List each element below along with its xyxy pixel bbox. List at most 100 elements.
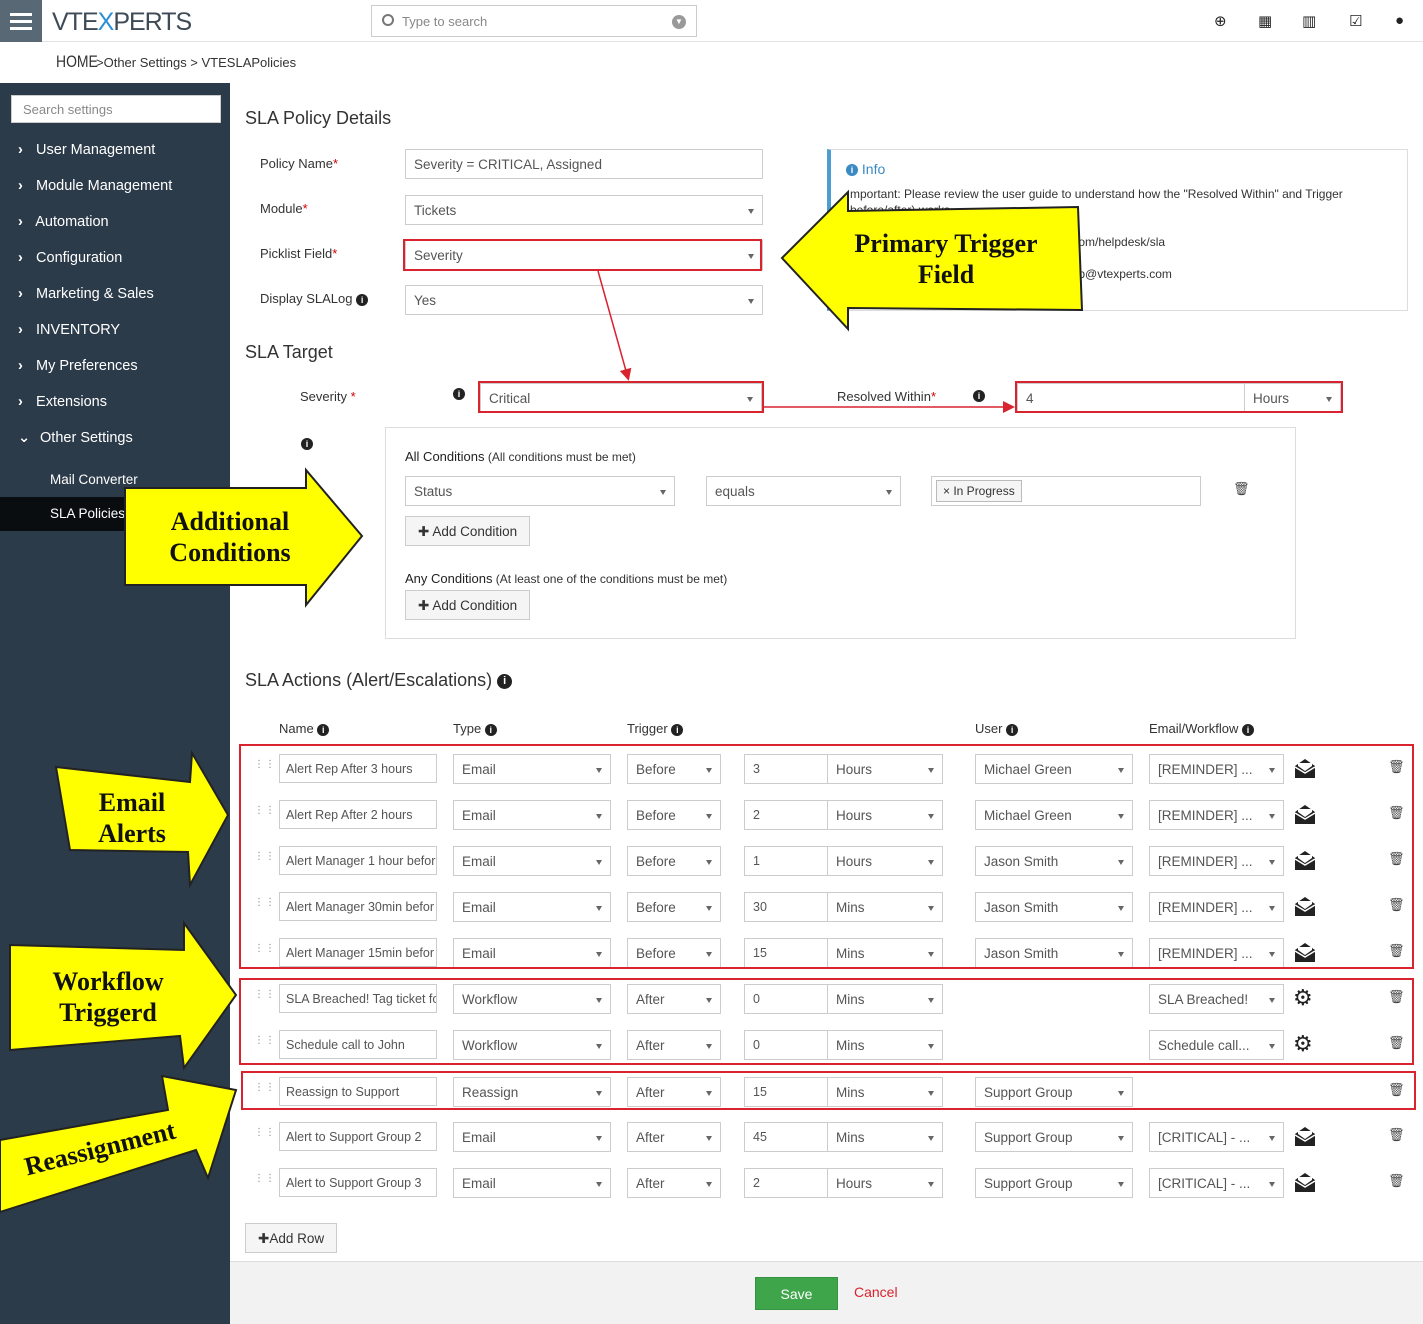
sidebar-subitem-sla-policies[interactable]: SLA Policies <box>50 506 125 521</box>
action-email-workflow-select[interactable]: [CRITICAL] - ... <box>1149 1168 1284 1198</box>
envelope-icon[interactable] <box>1293 1171 1317 1193</box>
info-icon: i <box>484 723 497 736</box>
action-trigger-select[interactable]: After <box>627 1168 721 1198</box>
any-conditions-title: Any Conditions (At least one of the cond… <box>405 571 728 586</box>
action-user-select[interactable]: Support Group <box>975 1168 1133 1198</box>
highlight-resolved <box>1015 381 1343 413</box>
policy-name-label: Policy Name* <box>260 156 339 171</box>
policy-name-input[interactable]: Severity = CRITICAL, Assigned <box>405 149 763 179</box>
action-amount-input[interactable]: 2 <box>744 1168 828 1198</box>
save-button[interactable]: Save <box>755 1277 838 1310</box>
plus-icon: ✚ <box>418 598 430 613</box>
all-conditions-title: All Conditions (All conditions must be m… <box>405 449 636 464</box>
callout-workflow: Workflow Triggerd <box>52 967 164 1027</box>
info-icon: i <box>317 723 330 736</box>
highlight-reassign-row <box>241 1071 1416 1110</box>
add-all-condition-button[interactable]: ✚ Add Condition <box>405 516 531 546</box>
add-any-condition-button[interactable]: ✚ Add Condition <box>405 590 531 620</box>
sidebar-item-automation[interactable]: › Automation <box>18 214 109 230</box>
info-icon: i <box>846 164 858 177</box>
header-name: Name i <box>279 721 330 736</box>
plus-icon: ✚ <box>258 1231 270 1246</box>
chevron-down-icon[interactable]: ▼ <box>672 15 686 29</box>
header-type: Type i <box>453 721 497 736</box>
sidebar-item-my-preferences[interactable]: › My Preferences <box>18 358 138 374</box>
action-type-select[interactable]: Email <box>453 1122 611 1152</box>
sidebar-item-user-management[interactable]: › User Management <box>18 142 155 158</box>
breadcrumb-path[interactable]: >Other Settings > VTESLAPolicies <box>96 55 296 70</box>
drag-handle-icon[interactable]: ⋮⋮ <box>254 1174 275 1190</box>
resolved-within-label: Resolved Within* <box>837 389 936 404</box>
breadcrumb-home[interactable]: HOME <box>56 52 98 72</box>
callout-email-alerts: Email Alerts <box>98 788 166 848</box>
logo[interactable]: VTEXPERTS <box>52 8 192 37</box>
info-icon: i <box>301 438 313 450</box>
drag-handle-icon[interactable]: ⋮⋮ <box>254 1128 275 1144</box>
calendar-icon[interactable]: ▦ <box>1258 12 1272 30</box>
highlight-severity <box>478 381 764 413</box>
sidebar-item-other-settings[interactable]: ⌄ Other Settings <box>18 430 133 446</box>
info-line-1: mportant: Please review the user guide t… <box>850 187 1343 201</box>
trash-icon[interactable]: 🗑 <box>1388 1173 1405 1188</box>
info-line-2: before/after) works <box>850 203 951 217</box>
sidebar-item-marketing-sales[interactable]: › Marketing & Sales <box>18 286 154 302</box>
trash-icon[interactable]: 🗑 <box>1233 481 1250 496</box>
sidebar-item-extensions[interactable]: › Extensions <box>18 394 107 410</box>
info-title: i Info <box>846 161 885 177</box>
severity-label: Severity * <box>300 389 356 404</box>
info-icon: i <box>453 388 465 400</box>
action-trigger-select[interactable]: After <box>627 1122 721 1152</box>
user-icon[interactable]: ● <box>1395 12 1404 29</box>
condition-operator-select[interactable]: equals <box>706 476 901 506</box>
info-icon: i <box>671 723 684 736</box>
action-amount-input[interactable]: 45 <box>744 1122 828 1152</box>
chart-icon[interactable]: ▥ <box>1302 12 1316 30</box>
sidebar-item-configuration[interactable]: › Configuration <box>18 250 122 266</box>
condition-value-tag[interactable]: × In Progress <box>936 480 1022 502</box>
callout-primary-trigger: Primary Trigger Field <box>854 229 1038 289</box>
target-title: SLA Target <box>245 342 333 362</box>
sidebar-subitem-mail-converter[interactable]: Mail Converter <box>50 472 138 487</box>
display-slalog-select[interactable]: Yes <box>405 285 763 315</box>
cancel-link[interactable]: Cancel <box>854 1284 898 1300</box>
condition-field-select[interactable]: Status <box>405 476 675 506</box>
info-link-2[interactable]: elp@vtexperts.com <box>1069 267 1172 281</box>
action-unit-select[interactable]: Mins <box>827 1122 943 1152</box>
global-search-input[interactable]: Type to search ▼ <box>371 5 697 37</box>
plus-icon: ✚ <box>418 524 430 539</box>
highlight-workflow-rows <box>239 978 1414 1065</box>
info-icon: i <box>1241 723 1254 736</box>
envelope-icon[interactable] <box>1293 1125 1317 1147</box>
add-icon[interactable]: ⊕ <box>1214 12 1227 30</box>
callout-additional-conditions: Additional Conditions <box>169 507 291 567</box>
module-label: Module* <box>260 201 308 216</box>
action-email-workflow-select[interactable]: [CRITICAL] - ... <box>1149 1122 1284 1152</box>
action-user-select[interactable]: Support Group <box>975 1122 1133 1152</box>
close-icon[interactable]: × <box>943 484 953 498</box>
info-icon: i <box>497 673 513 689</box>
header-trigger: Trigger i <box>627 721 684 736</box>
highlight-email-rows <box>239 744 1414 969</box>
settings-search-input[interactable]: Search settings <box>11 95 221 123</box>
search-icon <box>382 14 394 26</box>
action-type-select[interactable]: Email <box>453 1168 611 1198</box>
tasks-icon[interactable]: ☑ <box>1349 12 1362 30</box>
info-link-1[interactable]: .com/helpdesk/sla <box>1069 235 1165 249</box>
info-icon: i <box>1006 723 1019 736</box>
action-name-input[interactable]: Alert to Support Group 2 <box>279 1122 437 1151</box>
menu-icon[interactable] <box>0 0 42 42</box>
header-user: User i <box>975 721 1019 736</box>
info-icon: i <box>356 293 369 306</box>
action-unit-select[interactable]: Hours <box>827 1168 943 1198</box>
header-email-workflow: Email/Workflow i <box>1149 721 1254 736</box>
trash-icon[interactable]: 🗑 <box>1388 1127 1405 1142</box>
top-bar: VTEXPERTS Type to search ▼ ⊕ ▦ ▥ ☑ ● <box>0 0 1423 42</box>
sidebar-item-module-management[interactable]: › Module Management <box>18 178 172 194</box>
sidebar-item-inventory[interactable]: › INVENTORY <box>18 322 120 338</box>
actions-title: SLA Actions (Alert/Escalations) i <box>245 670 513 691</box>
module-select[interactable]: Tickets <box>405 195 763 225</box>
action-name-input[interactable]: Alert to Support Group 3 <box>279 1168 437 1197</box>
add-row-button[interactable]: ✚Add Row <box>245 1223 338 1253</box>
highlight-picklist <box>403 239 762 271</box>
details-title: SLA Policy Details <box>245 108 392 128</box>
